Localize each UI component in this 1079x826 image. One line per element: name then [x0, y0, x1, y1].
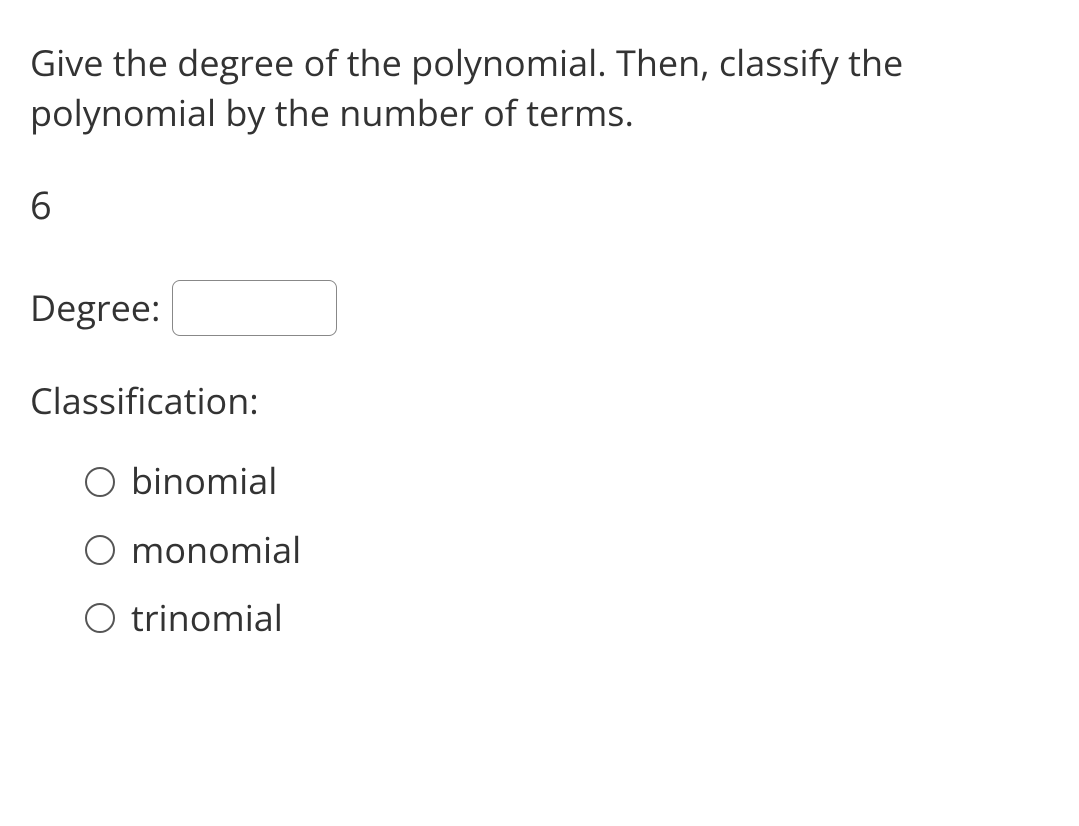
classification-label: Classification:	[30, 376, 1049, 426]
radio-icon[interactable]	[85, 603, 115, 633]
radio-icon[interactable]	[85, 535, 115, 565]
option-trinomial[interactable]: trinomial	[85, 593, 1049, 643]
radio-icon[interactable]	[85, 467, 115, 497]
degree-label: Degree:	[30, 283, 160, 333]
classification-options: binomial monomial trinomial	[30, 456, 1049, 643]
degree-input[interactable]	[172, 280, 337, 336]
option-label: monomial	[131, 525, 301, 575]
degree-row: Degree:	[30, 280, 1049, 336]
option-label: binomial	[131, 456, 277, 506]
option-binomial[interactable]: binomial	[85, 456, 1049, 506]
polynomial-expression: 6	[30, 179, 1049, 232]
option-monomial[interactable]: monomial	[85, 525, 1049, 575]
question-prompt: Give the degree of the polynomial. Then,…	[30, 38, 1049, 139]
option-label: trinomial	[131, 593, 283, 643]
